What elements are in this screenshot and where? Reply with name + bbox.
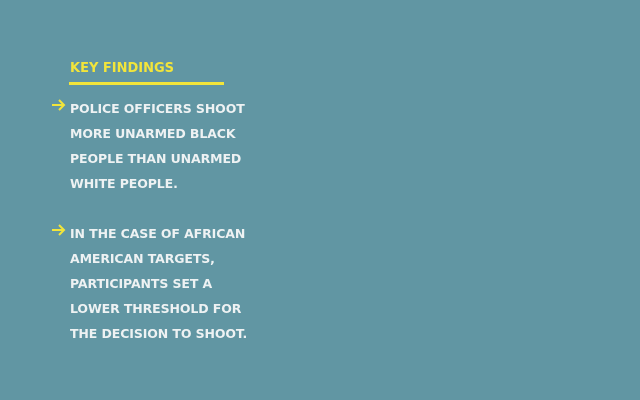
finding-line: POLICE OFFICERS SHOOT [70, 101, 245, 116]
finding-line: IN THE CASE OF AFRICAN [70, 226, 246, 241]
finding-line: MORE UNARMED BLACK [70, 126, 236, 141]
finding-line: THE DECISION TO SHOOT. [70, 326, 248, 341]
key-findings-heading: KEY FINDINGS [70, 61, 175, 76]
finding-line: WHITE PEOPLE. [70, 176, 178, 191]
finding-line: LOWER THRESHOLD FOR [70, 301, 242, 316]
finding-line: PARTICIPANTS SET A [70, 276, 213, 291]
arrow-right-icon [52, 224, 66, 236]
finding-line: AMERICAN TARGETS, [70, 251, 215, 266]
key-findings-panel: KEY FINDINGS POLICE OFFICERS SHOOT MORE … [0, 0, 640, 400]
heading-underline [69, 82, 224, 85]
arrow-right-icon [52, 99, 66, 111]
finding-text: POLICE OFFICERS SHOOT MORE UNARMED BLACK… [70, 96, 245, 196]
finding-line: PEOPLE THAN UNARMED [70, 151, 242, 166]
finding-text: IN THE CASE OF AFRICAN AMERICAN TARGETS,… [70, 221, 248, 346]
